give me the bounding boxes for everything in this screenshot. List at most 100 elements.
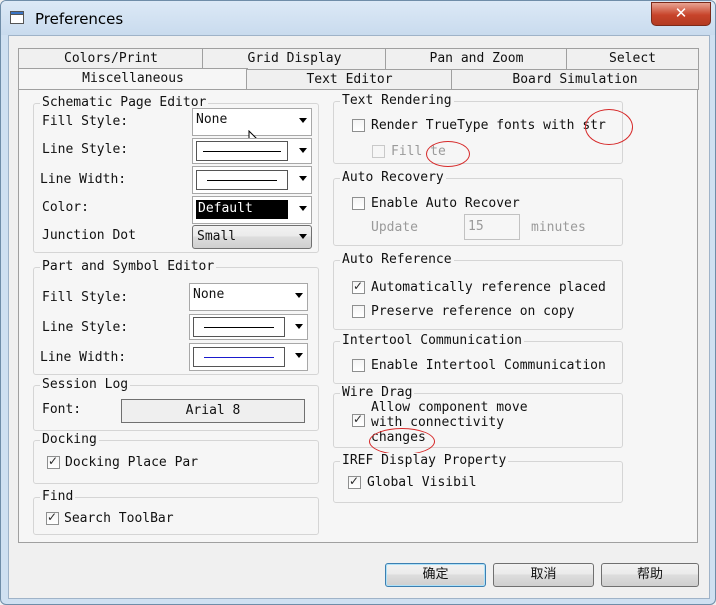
allow-component-move-line1: Allow component move [371, 400, 528, 415]
color-value: Default [198, 201, 253, 216]
help-button[interactable]: 帮助 [601, 563, 699, 587]
select-value: None [193, 287, 225, 302]
color-swatch: Default [196, 200, 288, 219]
group-title: Intertool Communication [340, 333, 525, 349]
preserve-reference-label: Preserve reference on copy [371, 304, 575, 319]
color-select[interactable]: Default [192, 196, 312, 224]
tab-label: Text Editor [306, 72, 393, 87]
fill-style-select[interactable]: None [189, 283, 308, 311]
chevron-down-icon [299, 234, 307, 239]
group-title: Session Log [40, 377, 131, 393]
chevron-down-icon [299, 206, 307, 211]
fill-style-label: Fill Style: [42, 290, 129, 305]
search-toolbar-label: Search ToolBar [64, 511, 174, 526]
color-label: Color: [42, 200, 89, 215]
line-style-label: Line Style: [42, 142, 129, 157]
tab-text-editor[interactable]: Text Editor [246, 69, 453, 90]
render-truetype-label: Render TrueType fonts with str [371, 118, 606, 133]
group-title: IREF Display Property [340, 453, 509, 469]
intertool-communication-group: Intertool Communication Enable Intertool… [333, 333, 623, 384]
font-button[interactable]: Arial 8 [121, 399, 305, 423]
tab-label: Grid Display [247, 51, 342, 66]
schematic-page-editor-group: Schematic Page Editor Fill Style: None L… [33, 95, 319, 253]
junction-dot-label: Junction Dot [42, 228, 136, 243]
line-width-label: Line Width: [40, 350, 127, 365]
auto-recovery-group: Auto Recovery Enable Auto Recover Update… [333, 170, 623, 246]
font-label: Font: [42, 402, 82, 417]
group-title: Docking [40, 432, 99, 448]
tab-pan-and-zoom[interactable]: Pan and Zoom [385, 48, 568, 69]
tab-miscellaneous[interactable]: Miscellaneous [18, 68, 248, 91]
tab-grid-display[interactable]: Grid Display [202, 48, 387, 69]
tab-label: Board Simulation [512, 72, 638, 87]
tab-label: Miscellaneous [82, 71, 184, 86]
enable-intertool-checkbox[interactable] [352, 359, 365, 372]
line-preview [203, 151, 281, 152]
enable-auto-recovery-label: Enable Auto Recover [371, 196, 520, 211]
search-toolbar-checkbox[interactable] [46, 510, 59, 525]
chevron-down-icon [299, 118, 307, 123]
select-value: Small [197, 229, 237, 244]
line-width-preview [196, 170, 288, 190]
docking-place-checkbox[interactable] [47, 454, 60, 469]
ok-button[interactable]: 确定 [385, 563, 486, 587]
wire-drag-group: Wire Drag Allow component move with conn… [333, 385, 623, 455]
line-style-preview [193, 317, 285, 337]
docking-group: Docking Docking Place Par [33, 432, 319, 484]
preserve-reference-checkbox[interactable] [352, 305, 365, 318]
tab-colors-print[interactable]: Colors/Print [18, 48, 204, 69]
docking-place-label: Docking Place Par [65, 455, 199, 470]
fill-checkbox[interactable] [372, 145, 385, 158]
auto-reference-group: Auto Reference Automatically reference p… [333, 252, 623, 330]
tab-panel: Schematic Page Editor Fill Style: None L… [18, 89, 698, 543]
allow-component-move-checkbox[interactable] [352, 412, 365, 427]
line-width-label: Line Width: [40, 172, 127, 187]
auto-reference-checkbox[interactable] [352, 279, 365, 294]
tab-label: Pan and Zoom [429, 51, 524, 66]
update-label: Update [371, 220, 418, 235]
close-button[interactable]: ✕ [651, 2, 711, 26]
iref-display-group: IREF Display Property Global Visibil [333, 453, 623, 503]
line-preview [204, 327, 274, 328]
line-preview [207, 180, 277, 181]
global-visibility-checkbox[interactable] [348, 474, 361, 489]
tab-board-simulation[interactable]: Board Simulation [451, 69, 699, 90]
group-title: Auto Reference [340, 252, 454, 268]
group-title: Find [40, 489, 76, 505]
group-title: Wire Drag [340, 385, 415, 401]
part-symbol-editor-group: Part and Symbol Editor Fill Style: None … [33, 259, 319, 375]
preferences-window: Preferences ✕ Colors/Print Grid Display … [0, 0, 716, 605]
junction-dot-select[interactable]: Small [192, 225, 312, 249]
text-rendering-group: Text Rendering Render TrueType fonts wit… [333, 93, 633, 167]
cancel-button[interactable]: 取消 [493, 563, 594, 587]
auto-reference-label: Automatically reference placed [371, 280, 606, 295]
chevron-down-icon [295, 293, 303, 298]
group-title: Part and Symbol Editor [40, 259, 217, 275]
window-title: Preferences [35, 10, 124, 28]
tab-label: Select [609, 51, 656, 66]
input-value: 15 [468, 219, 484, 234]
line-style-label: Line Style: [42, 320, 129, 335]
chevron-down-icon [299, 148, 307, 153]
enable-auto-recovery-checkbox[interactable] [352, 197, 365, 210]
line-style-preview [196, 141, 288, 161]
close-icon: ✕ [674, 4, 688, 22]
update-minutes-input[interactable]: 15 [464, 214, 520, 240]
title-bar[interactable]: Preferences ✕ [1, 1, 715, 35]
chevron-down-icon [295, 324, 303, 329]
line-style-select[interactable] [189, 314, 308, 340]
tab-label: Colors/Print [64, 51, 158, 66]
find-group: Find Search ToolBar [33, 489, 319, 535]
group-title: Auto Recovery [340, 170, 446, 186]
line-width-select[interactable] [189, 343, 308, 371]
line-width-preview [193, 347, 285, 367]
chevron-down-icon [295, 353, 303, 358]
group-title: Text Rendering [340, 93, 454, 109]
group-title: Schematic Page Editor [40, 95, 209, 111]
line-width-select[interactable] [192, 166, 312, 194]
tab-select[interactable]: Select [566, 48, 699, 69]
render-truetype-checkbox[interactable] [352, 119, 365, 132]
line-preview [204, 357, 274, 358]
line-style-select[interactable] [192, 138, 312, 164]
global-visibility-label: Global Visibil [367, 475, 477, 490]
